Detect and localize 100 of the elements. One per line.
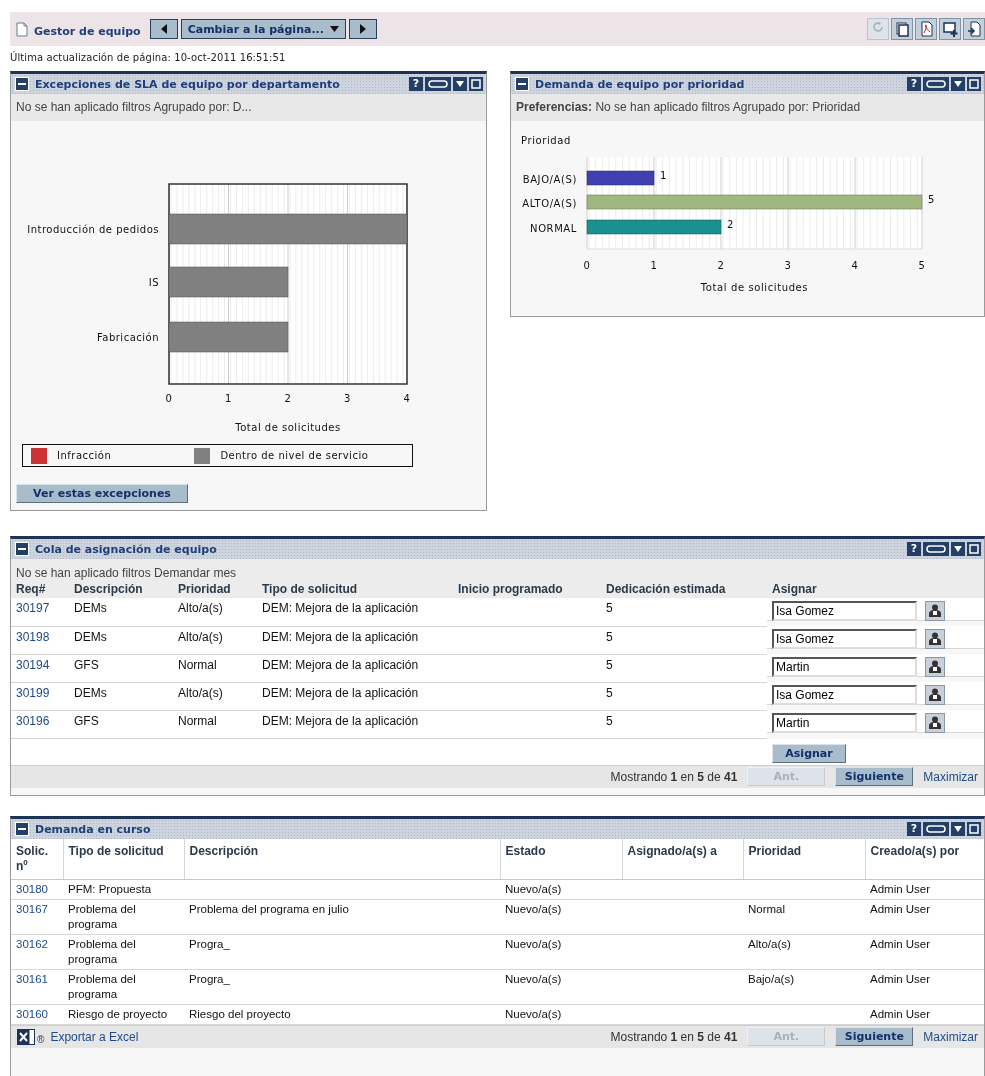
- assignee-field[interactable]: Martin: [772, 656, 917, 677]
- preferences-icon[interactable]: [923, 822, 949, 836]
- preferences-icon[interactable]: [923, 542, 949, 556]
- registered-mark: ®: [37, 1034, 45, 1045]
- select-person-button[interactable]: [925, 656, 945, 677]
- assign-button[interactable]: Asignar: [772, 743, 846, 763]
- caret-icon: [329, 25, 339, 33]
- export-link[interactable]: Exportar a Excel: [50, 1029, 139, 1044]
- maximize-icon[interactable]: [967, 822, 981, 836]
- table-cell: Problema del programa: [68, 937, 136, 965]
- select-person-button[interactable]: [925, 684, 945, 705]
- collapse-icon[interactable]: [15, 822, 29, 836]
- table-cell: GFS: [74, 657, 99, 672]
- add-button[interactable]: [939, 18, 961, 40]
- maximize-link[interactable]: Maximizar: [923, 1029, 978, 1044]
- table-cell: Problema del programa: [68, 902, 136, 930]
- legend-label: Infracción: [57, 450, 112, 461]
- table-cell: DEM: Mejora de la aplicación: [262, 601, 419, 615]
- copy-button[interactable]: [891, 18, 913, 40]
- spreadsheet-icon[interactable]: [17, 1028, 35, 1045]
- axis-label: BAJO/A(S): [522, 174, 577, 185]
- table-cell: Progra_: [189, 972, 230, 985]
- axis-label: IS: [148, 277, 159, 288]
- dropdown-icon[interactable]: [951, 77, 965, 91]
- table-cell: 5: [606, 713, 613, 728]
- tick-label: 1: [225, 393, 232, 404]
- page-menu[interactable]: Cambiar a la página...: [180, 19, 346, 39]
- tick-label: 5: [918, 260, 926, 271]
- data-label: 2: [727, 219, 734, 230]
- table-cell: 5: [606, 601, 613, 615]
- maximize-link[interactable]: Maximizar: [923, 769, 978, 784]
- pdf-button[interactable]: [915, 18, 937, 40]
- table-cell: Riesgo del proyecto: [189, 1007, 291, 1020]
- help-button[interactable]: ?: [907, 822, 921, 836]
- export-button[interactable]: [963, 18, 985, 40]
- collapse-icon[interactable]: [15, 542, 29, 556]
- column-header: Asignar: [772, 582, 817, 596]
- column-header: Req#: [16, 582, 46, 596]
- column-header: Asignado/a(s) a: [627, 844, 717, 858]
- select-person-button[interactable]: [925, 712, 945, 733]
- preferences-icon[interactable]: [425, 77, 451, 91]
- assignee-field[interactable]: Isa Gomez: [772, 684, 917, 705]
- next-button[interactable]: Siguiente: [835, 1027, 914, 1046]
- table-cell: 5: [606, 685, 613, 700]
- table-cell: Admin User: [870, 882, 931, 895]
- table-cell: Normal: [178, 713, 217, 728]
- table-cell: Nuevo/a(s): [505, 1007, 562, 1020]
- document-icon: [16, 21, 28, 37]
- portlet-title: Demanda de equipo por prioridad: [535, 77, 746, 91]
- table-cell: GFS: [74, 713, 99, 728]
- help-button[interactable]: ?: [907, 542, 921, 556]
- pagination-text: Mostrando 1 en 5 de 41: [610, 769, 738, 784]
- table-cell: Admin User: [870, 1007, 931, 1020]
- next-page-button[interactable]: [348, 19, 377, 39]
- table-cell: DEMs: [74, 629, 107, 644]
- column-header: Estado: [505, 844, 546, 858]
- pagination-text: Mostrando 1 en 5 de 41: [610, 1029, 738, 1044]
- person-icon: [929, 716, 941, 729]
- table-cell: Alto/a(s): [178, 685, 223, 700]
- dropdown-icon[interactable]: [951, 542, 965, 556]
- assignee-field[interactable]: Isa Gomez: [772, 628, 917, 649]
- data-label: 5: [928, 194, 935, 205]
- tick-label: 0: [165, 393, 173, 404]
- maximize-icon[interactable]: [469, 77, 483, 91]
- maximize-icon[interactable]: [967, 77, 981, 91]
- column-header: Descripción: [189, 844, 259, 858]
- assignee-field[interactable]: Isa Gomez: [772, 600, 917, 621]
- preferences-icon[interactable]: [923, 77, 949, 91]
- select-person-button[interactable]: [925, 600, 945, 621]
- axis-label: ALTO/A(S): [522, 198, 577, 209]
- person-icon: [929, 632, 941, 645]
- assignee-field[interactable]: Martin: [772, 712, 917, 733]
- dropdown-icon[interactable]: [453, 77, 467, 91]
- table-cell: DEM: Mejora de la aplicación: [262, 657, 419, 672]
- maximize-icon[interactable]: [967, 542, 981, 556]
- select-person-button[interactable]: [925, 628, 945, 649]
- filter-text: Preferencias: No se han aplicado filtros Agrupado por: Prioridad: [511, 94, 984, 121]
- tick-label: 1: [650, 260, 658, 271]
- column-header: Tipo de solicitud: [262, 582, 358, 596]
- dropdown-icon[interactable]: [951, 822, 965, 836]
- help-button[interactable]: ?: [907, 77, 921, 91]
- previous-page-button[interactable]: [149, 19, 178, 39]
- table-cell: Problema del programa en julio: [189, 902, 349, 915]
- add-icon: [941, 20, 959, 38]
- help-button[interactable]: ?: [409, 77, 423, 91]
- column-header: Descripción: [74, 582, 143, 596]
- table-cell: Admin User: [870, 902, 931, 915]
- tick-label: 0: [583, 260, 591, 271]
- axis-title: Total de solicitudes: [235, 422, 341, 433]
- collapse-icon[interactable]: [15, 77, 29, 91]
- tick-label: 3: [344, 393, 351, 404]
- column-header: Dedicación estimada: [606, 582, 726, 596]
- tick-label: 3: [784, 260, 792, 271]
- tick-label: 4: [851, 260, 859, 271]
- view-exceptions-button[interactable]: Ver estas excepciones: [16, 484, 188, 503]
- left-arrow-icon: [159, 24, 168, 34]
- table-cell: Bajo/a(s): [748, 972, 795, 985]
- table-cell: 5: [606, 629, 613, 644]
- collapse-icon[interactable]: [515, 77, 529, 91]
- next-button[interactable]: Siguiente: [835, 767, 914, 786]
